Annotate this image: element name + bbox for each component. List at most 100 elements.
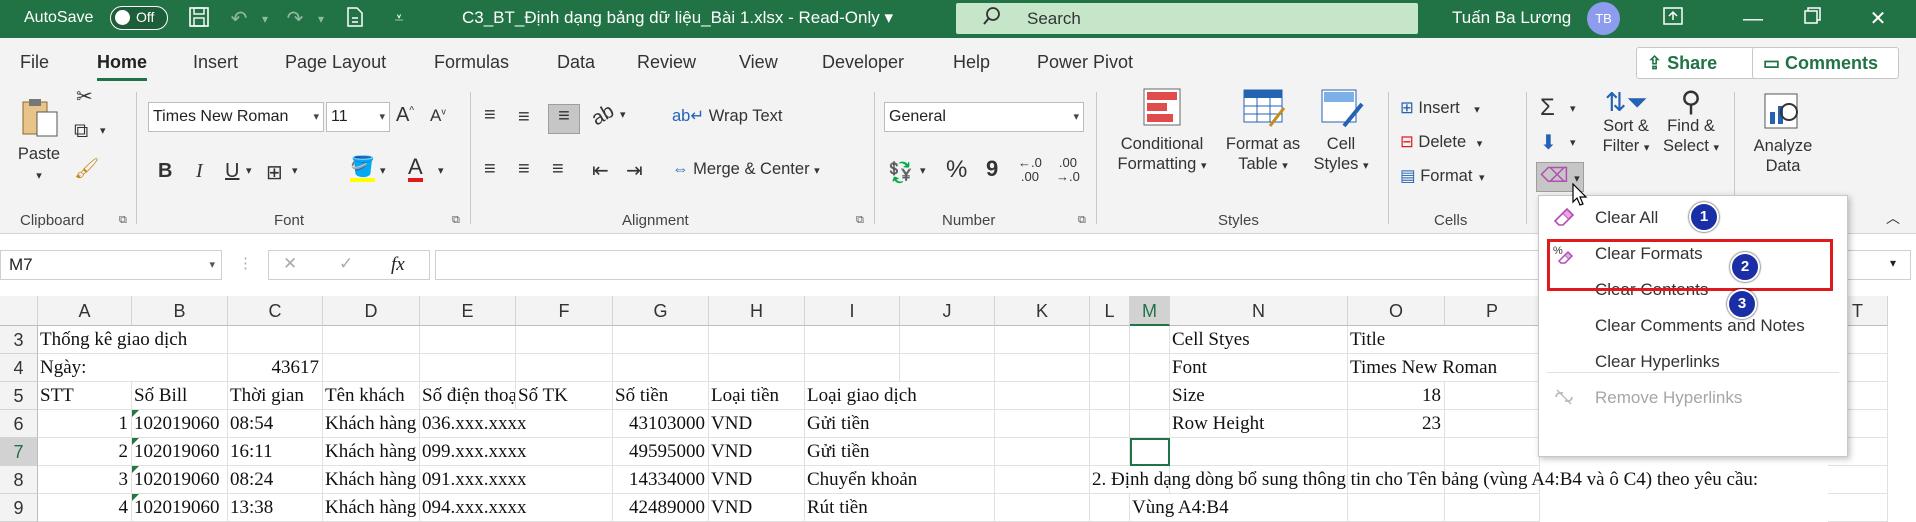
cell-o9[interactable] (1348, 494, 1445, 522)
cell-a7[interactable]: 2 (38, 438, 132, 466)
tab-view[interactable]: View (739, 52, 778, 73)
cell-g3[interactable] (613, 326, 709, 354)
number-launcher-icon[interactable]: ⧉ (1078, 214, 1086, 227)
undo-dropdown-icon[interactable]: ▾ (252, 6, 278, 32)
cell-f3[interactable] (516, 326, 613, 354)
column-header-a[interactable]: A (38, 296, 132, 326)
cell-m6[interactable] (1130, 410, 1170, 438)
column-header-h[interactable]: H (709, 296, 805, 326)
cell-l4[interactable] (1090, 354, 1130, 382)
tab-insert[interactable]: Insert (193, 52, 238, 73)
tab-review[interactable]: Review (637, 52, 696, 73)
cell-i5[interactable]: Loại giao dịch (805, 382, 917, 410)
cell-g9[interactable]: 42489000 (613, 494, 709, 522)
cell-d4[interactable] (323, 354, 420, 382)
cell-h8[interactable]: VND (709, 466, 805, 494)
cell-p5[interactable] (1445, 382, 1540, 410)
cell-n3[interactable]: Cell Styes (1170, 326, 1348, 354)
cell-e3[interactable] (420, 326, 516, 354)
redo-dropdown-icon[interactable]: ▾ (308, 6, 334, 32)
alignment-launcher-icon[interactable]: ⧉ (856, 214, 864, 227)
align-bottom-icon[interactable]: ≡ (548, 104, 580, 134)
cell-b7[interactable]: 102019060 (132, 438, 228, 466)
expand-formula-icon[interactable]: ▾ (1890, 256, 1896, 270)
cell-k6[interactable] (995, 410, 1090, 438)
avatar[interactable]: TB (1587, 2, 1620, 35)
cell-l5[interactable] (1090, 382, 1130, 410)
autosum-icon[interactable]: Σ (1540, 94, 1555, 122)
cell-i9[interactable]: Rút tiền (805, 494, 900, 522)
cell-c8[interactable]: 08:24 (228, 466, 323, 494)
cell-f5[interactable]: Số TK (516, 382, 613, 410)
cell-e4[interactable] (420, 354, 516, 382)
cell-a6[interactable]: 1 (38, 410, 132, 438)
cell-k3[interactable] (995, 326, 1090, 354)
cell-e8[interactable]: 091.xxx.xxxx (420, 466, 527, 494)
row-header-3[interactable]: 3 (0, 326, 38, 354)
cell-k7[interactable] (995, 438, 1090, 466)
format-as-table-button[interactable]: Format as Table ▾ (1220, 84, 1306, 176)
cell-f7[interactable] (516, 438, 613, 466)
cell-g6[interactable]: 43103000 (613, 410, 709, 438)
cell-m5[interactable] (1130, 382, 1170, 410)
cell-f4[interactable] (516, 354, 613, 382)
cell-j6[interactable] (900, 410, 995, 438)
tab-page-layout[interactable]: Page Layout (285, 52, 386, 73)
cell-o5[interactable]: 18 (1348, 382, 1445, 410)
tab-file[interactable]: File (20, 52, 49, 73)
cell-g8[interactable]: 14334000 (613, 466, 709, 494)
cell-c9[interactable]: 13:38 (228, 494, 323, 522)
cell-j7[interactable] (900, 438, 995, 466)
select-all-corner[interactable] (0, 296, 38, 326)
row-header-7[interactable]: 7 (0, 438, 38, 466)
menu-item-clear-hyperlinks[interactable]: Clear Hyperlinks (1539, 342, 1847, 382)
cell-d5[interactable]: Tên khách (323, 382, 420, 410)
chevron-down-icon[interactable]: ▾ (100, 124, 106, 137)
column-header-p[interactable]: P (1445, 296, 1540, 326)
cell-h9[interactable]: VND (709, 494, 805, 522)
column-header-b[interactable]: B (132, 296, 228, 326)
cell-i6[interactable]: Gửi tiền (805, 410, 900, 438)
cell-k5[interactable] (995, 382, 1090, 410)
cell-d3[interactable] (323, 326, 420, 354)
format-painter-icon[interactable]: 🖌 (74, 156, 99, 181)
conditional-formatting-button[interactable]: Conditional Formatting ▾ (1106, 84, 1218, 176)
clipboard-launcher-icon[interactable]: ⧉ (119, 214, 127, 227)
column-header-c[interactable]: C (228, 296, 323, 326)
cell-a4[interactable]: Ngày: (38, 354, 132, 382)
comments-button[interactable]: ▭ Comments (1752, 47, 1899, 79)
cell-e5[interactable]: Số điện thoại (420, 382, 516, 410)
undo-icon[interactable]: ↶ (226, 6, 252, 32)
row-header-6[interactable]: 6 (0, 410, 38, 438)
cell-i4[interactable] (805, 354, 900, 382)
close-icon[interactable]: ✕ (1855, 3, 1901, 35)
insert-function-icon[interactable]: fx (391, 254, 405, 276)
row-header-8[interactable]: 8 (0, 466, 38, 494)
menu-item-clear-comments-and-notes[interactable]: Clear Comments and Notes (1539, 306, 1847, 346)
column-header-f[interactable]: F (516, 296, 613, 326)
chevron-down-icon[interactable]: ▾ (920, 164, 926, 177)
decrease-font-icon[interactable]: Av (430, 106, 446, 126)
cell-o4[interactable]: Times New Roman (1348, 354, 1497, 382)
touch-mode-icon[interactable] (342, 6, 368, 32)
cell-t9[interactable] (1828, 494, 1888, 522)
delete-cells-button[interactable]: ⊟ Delete ▾ (1400, 132, 1482, 152)
paste-button[interactable]: Paste ▾ (10, 96, 68, 186)
cell-d8[interactable]: Khách hàng (323, 466, 420, 494)
font-size-select[interactable]: 11 ▾ (326, 102, 390, 132)
cell-m7[interactable] (1130, 438, 1170, 466)
row-header-4[interactable]: 4 (0, 354, 38, 382)
enter-icon[interactable]: ✓ (339, 254, 353, 274)
cell-i3[interactable] (805, 326, 900, 354)
font-name-select[interactable]: Times New Roman ▾ (148, 102, 324, 132)
cell-i8[interactable]: Chuyển khoản (805, 466, 917, 494)
cell-d7[interactable]: Khách hàng (323, 438, 420, 466)
insert-cells-button[interactable]: ⊞ Insert ▾ (1400, 98, 1480, 118)
font-color-icon[interactable]: A (408, 156, 423, 182)
ribbon-display-icon[interactable] (1650, 3, 1696, 35)
cell-l7[interactable] (1090, 438, 1130, 466)
cell-l8[interactable]: 2. Định dạng dòng bổ sung thông tin cho … (1090, 466, 1758, 494)
fill-icon[interactable]: ⬇ (1540, 130, 1557, 155)
cell-l3[interactable] (1090, 326, 1130, 354)
cell-l6[interactable] (1090, 410, 1130, 438)
